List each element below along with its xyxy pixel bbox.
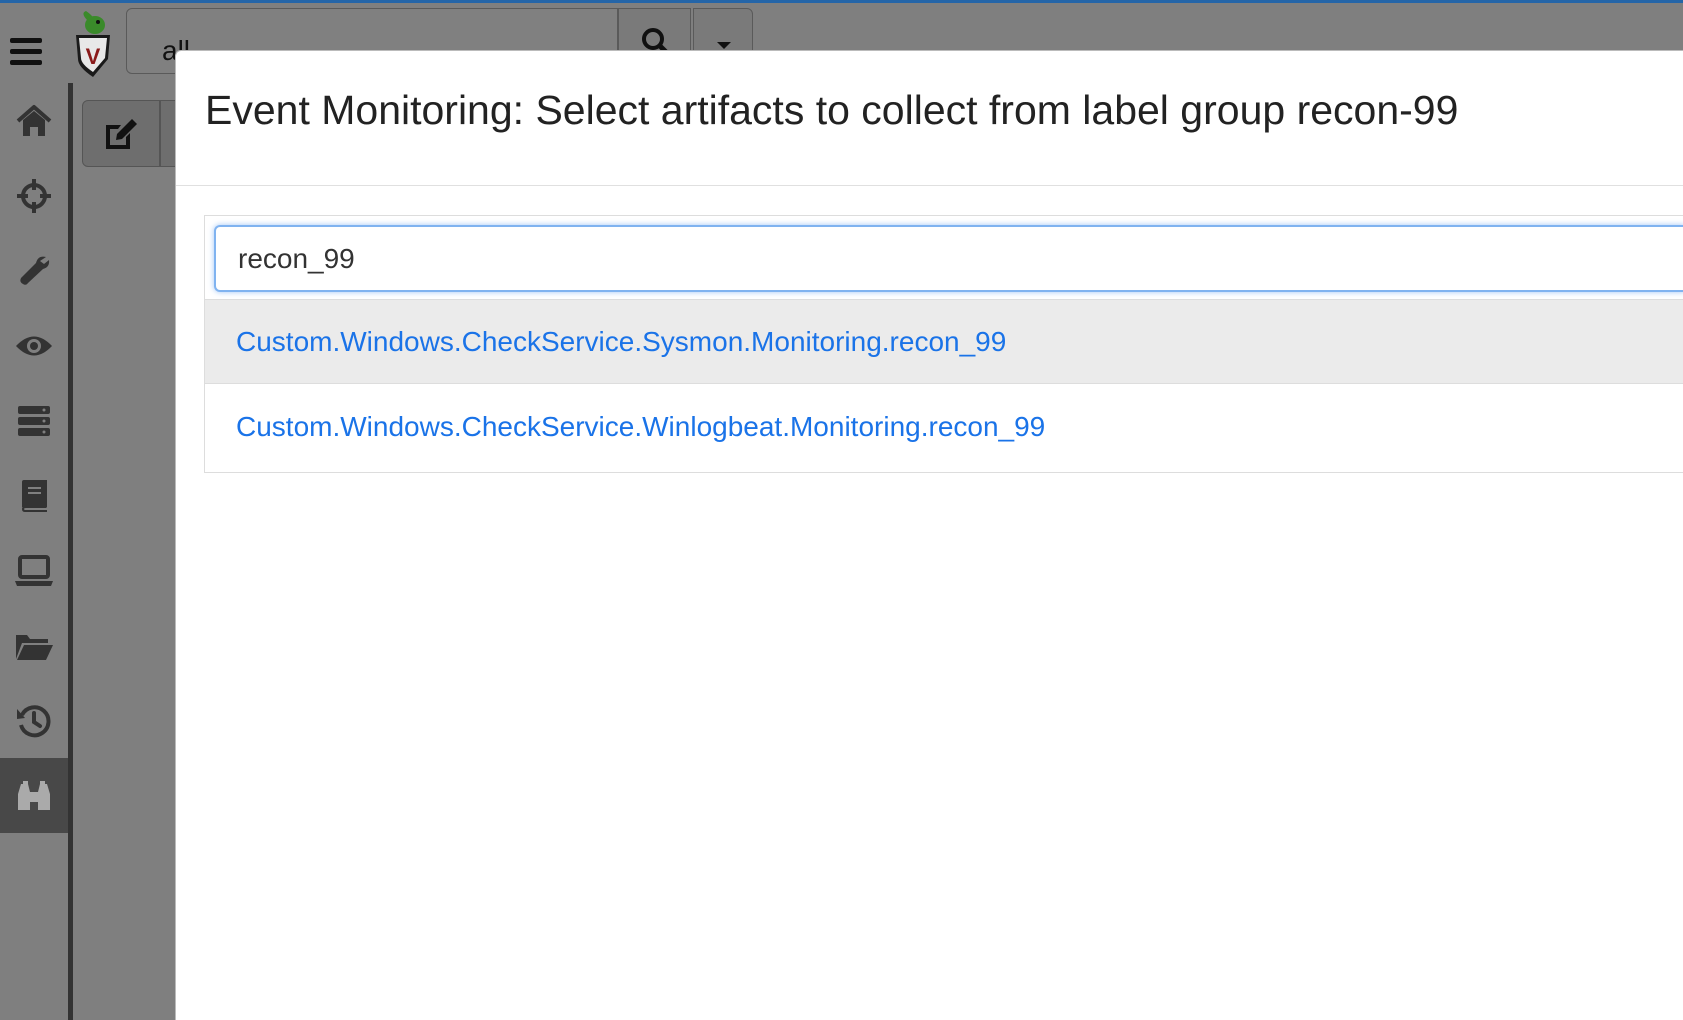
sidebar-item-events[interactable]	[0, 308, 68, 383]
artifact-result-item[interactable]: Custom.Windows.CheckService.Sysmon.Monit…	[205, 299, 1683, 384]
dialog-title: Event Monitoring: Select artifacts to co…	[205, 87, 1459, 133]
artifact-result-item[interactable]: Custom.Windows.CheckService.Winlogbeat.M…	[205, 384, 1683, 469]
dialog-header: Event Monitoring: Select artifacts to co…	[176, 51, 1683, 186]
server-icon	[18, 405, 50, 436]
sidebar-item-clients[interactable]	[0, 533, 68, 608]
laptop-icon	[15, 554, 53, 586]
artifact-select-dialog: Event Monitoring: Select artifacts to co…	[175, 50, 1683, 1020]
logo-letter: V	[86, 44, 101, 69]
artifact-search-panel: Custom.Windows.CheckService.Sysmon.Monit…	[204, 215, 1683, 473]
edit-icon	[106, 118, 137, 149]
velociraptor-logo[interactable]: V	[68, 9, 118, 79]
artifact-result-label: Custom.Windows.CheckService.Winlogbeat.M…	[236, 410, 1046, 442]
sidebar-item-vfs[interactable]	[0, 608, 68, 683]
artifact-result-label: Custom.Windows.CheckService.Sysmon.Monit…	[236, 325, 1007, 357]
home-icon	[16, 104, 52, 136]
eye-icon	[16, 336, 52, 355]
hamburger-menu-icon[interactable]	[10, 38, 42, 68]
app-window: V all Event Monitoring: Select artifacts…	[0, 3, 1683, 1020]
sidebar-item-home[interactable]	[0, 83, 68, 158]
sidebar-item-hunt[interactable]	[0, 158, 68, 233]
sidebar-item-event-monitoring[interactable]	[0, 758, 68, 833]
sidebar-item-artifacts[interactable]	[0, 233, 68, 308]
sidebar-item-notebooks[interactable]	[0, 458, 68, 533]
artifact-filter-input[interactable]	[214, 225, 1683, 292]
binoculars-icon	[18, 780, 50, 810]
left-sidebar	[0, 83, 73, 1020]
wrench-icon	[20, 256, 50, 285]
history-icon	[17, 704, 51, 737]
sidebar-item-server-artifacts[interactable]	[0, 383, 68, 458]
sidebar-item-history[interactable]	[0, 683, 68, 758]
edit-button[interactable]	[82, 100, 160, 167]
crosshairs-icon	[17, 178, 51, 213]
book-icon	[22, 479, 47, 512]
folder-open-icon	[16, 634, 53, 660]
